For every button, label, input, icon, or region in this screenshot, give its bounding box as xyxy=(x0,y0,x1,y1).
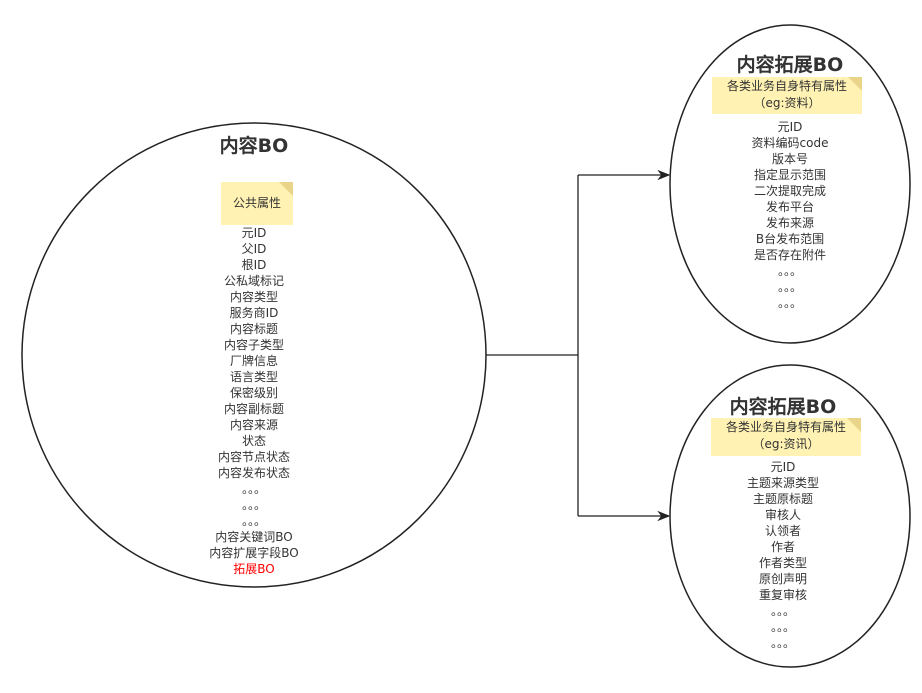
attribute-item: 重复审核 xyxy=(758,588,807,602)
ellipsis-row: 。。。 xyxy=(777,280,802,294)
attribute-item: 内容来源 xyxy=(229,418,278,432)
attribute-item: 内容子类型 xyxy=(223,338,284,352)
ellipsis-row: 。。。 xyxy=(777,264,802,278)
ellipsis-row: 。。。 xyxy=(241,498,266,512)
attribute-item: 是否存在附件 xyxy=(753,248,826,262)
attribute-item: 二次提取完成 xyxy=(753,184,826,198)
ext1-attribute-list: 元ID 资料编码code 版本号指定显示范围 二次提取完成 发布平台发布来源 B台发布范围… xyxy=(710,119,870,311)
ext2-note: 各类业务自身特有属性 （eg:资讯） xyxy=(711,418,861,456)
ellipsis-row: 。。。 xyxy=(770,636,795,650)
attribute-item: 内容类型 xyxy=(229,290,278,304)
attribute-item: B台发布范围 xyxy=(755,232,825,246)
attribute-item: 原创声明 xyxy=(758,572,807,586)
attribute-item: 指定显示范围 xyxy=(753,168,826,182)
attribute-item: 主题原标题 xyxy=(752,492,813,506)
ext1-note-line2: （eg:资料） xyxy=(753,96,821,110)
ellipsis-row: 。。。 xyxy=(770,620,795,634)
content-bo-title: 内容BO xyxy=(219,135,289,157)
attribute-item: 根ID xyxy=(241,258,267,272)
attribute-item: 发布来源 xyxy=(765,216,814,230)
attribute-item: 发布平台 xyxy=(765,200,814,214)
attribute-item: 语言类型 xyxy=(229,370,278,384)
ext-bo-title-2: 内容拓展BO xyxy=(729,396,837,418)
attribute-item: 服务商ID xyxy=(229,306,279,320)
ext1-note-line1: 各类业务自身特有属性 xyxy=(726,79,847,93)
attribute-item: 元ID xyxy=(241,226,267,240)
attribute-item: 状态 xyxy=(241,434,266,448)
ellipsis-row: 。。。 xyxy=(241,482,266,496)
ext2-attribute-list: 元ID 主题来源类型 主题原标题 审核人 认领者 作者 作者类型 原创声明 重复审核。。。。。。… xyxy=(703,459,863,651)
ext2-note-line2: （eg:资讯） xyxy=(752,437,820,451)
ellipsis-row: 。。。 xyxy=(241,514,266,528)
content-bo-attribute-list: 元ID 父ID 根ID 公私域标记内容类型服务商ID 内容标题内容子类型厂牌信息语言类型… xyxy=(174,225,334,577)
attribute-item: 厂牌信息 xyxy=(229,354,278,368)
ellipsis-row: 。。。 xyxy=(770,604,795,618)
attribute-item: 公私域标记 xyxy=(223,274,284,288)
ext2-note-line1: 各类业务自身特有属性 xyxy=(725,420,846,434)
ellipsis-row: 。。。 xyxy=(777,296,802,310)
attribute-item: 作者类型 xyxy=(758,556,807,570)
attribute-item: 审核人 xyxy=(764,508,801,522)
public-attributes-note: 公共属性 xyxy=(221,182,293,225)
ext1-note: 各类业务自身特有属性 （eg:资料） xyxy=(712,77,862,114)
extension-bo-item: 拓展BO xyxy=(233,562,275,576)
ext-bo-title-1: 内容拓展BO xyxy=(736,54,844,76)
attribute-item: 内容扩展字段BO xyxy=(209,546,299,560)
attribute-item: 作者 xyxy=(770,540,795,554)
attribute-item: 内容节点状态 xyxy=(217,450,290,464)
attribute-item: 认领者 xyxy=(764,524,801,538)
attribute-item: 元ID xyxy=(777,120,803,134)
attribute-item: 保密级别 xyxy=(229,386,278,400)
attribute-item: 父ID xyxy=(241,242,267,256)
attribute-item: 主题来源类型 xyxy=(746,476,819,490)
connector-trunk xyxy=(486,175,579,516)
attribute-item: 元ID xyxy=(770,460,796,474)
attribute-item: 内容关键词BO xyxy=(215,530,293,544)
attribute-item: 内容发布状态 xyxy=(217,466,290,480)
attribute-item: 内容标题 xyxy=(229,322,278,336)
note-text: 公共属性 xyxy=(232,196,281,210)
attribute-item: 版本号 xyxy=(771,152,808,166)
attribute-item: 内容副标题 xyxy=(223,402,284,416)
attribute-item: 资料编码code xyxy=(751,136,829,150)
